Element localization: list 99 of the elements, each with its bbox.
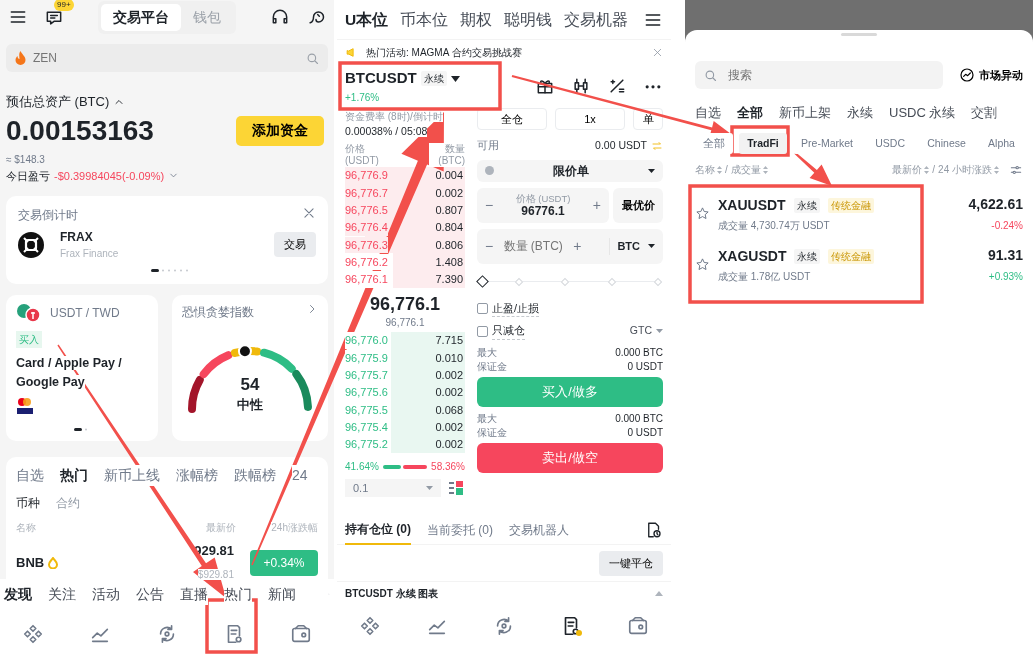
tab[interactable]: 期权 (460, 7, 493, 32)
coin-symbol: BNB (16, 554, 45, 572)
contract-tag: 永续 (794, 248, 821, 264)
column-header: 数量 (BTC) (429, 143, 465, 167)
trade-button[interactable]: 交易 (274, 232, 316, 257)
contract-tag: 永续 (420, 71, 447, 86)
pnl-label: 今日盈亏 (6, 168, 50, 184)
tab[interactable]: 聪明钱 (504, 7, 553, 32)
symbol-name[interactable]: XAUUSDT (718, 194, 786, 216)
column-header: 价格 (USDT) (345, 143, 380, 167)
available-label: 可用 (477, 138, 499, 153)
funding-label: 资金费率 (8时)/倒计时 (345, 111, 443, 122)
info-label: 保证金 (477, 425, 507, 440)
tab[interactable]: 新币上架 (779, 103, 831, 123)
decrement-button[interactable]: − (485, 235, 494, 257)
unit-select[interactable]: BTC (609, 238, 655, 255)
pnl-value: -$0.39984045(-0.09%) (54, 168, 165, 184)
separator: / (932, 163, 936, 178)
info-label: 最大 (477, 411, 497, 426)
best-price-button[interactable]: 最优价 (613, 187, 663, 223)
info-label: 最大 (477, 345, 497, 360)
price-field[interactable]: − 价格 (USDT) 96776.1 + (477, 187, 609, 223)
increment-button[interactable]: + (592, 194, 601, 216)
margin-mode-button[interactable]: 全仓 (477, 108, 547, 130)
tab[interactable]: 交易机器 (564, 7, 629, 32)
notification-count: 99+ (54, 0, 74, 11)
balance-value: 0.00153163 (6, 113, 154, 148)
tab[interactable]: 新币上线 (104, 465, 160, 486)
column-header: 名称 (16, 521, 37, 535)
currency-pair: USDT / TWD (50, 305, 120, 322)
quantity-field[interactable]: 数量 (BTC) (493, 236, 574, 257)
last-price: 4,622.61 (968, 195, 1023, 215)
column-header: 最新价 (205, 521, 236, 535)
volume-text: 成交量 4,730.74万 USDT (718, 218, 831, 233)
mark-price: 96,776.1 (384, 316, 426, 331)
last-price: 96,776.1 (368, 293, 442, 316)
price-change: -0.24% (990, 219, 1023, 234)
add-funds-button[interactable]: 添加资金 (236, 115, 324, 146)
tab[interactable]: USDC 永续 (889, 103, 956, 123)
tab[interactable]: U本位 (345, 7, 389, 32)
category-tag: 传统金融 (827, 197, 874, 213)
column-header: 24h涨跌幅 (271, 522, 318, 533)
info-label: 保证金 (477, 359, 507, 374)
available-balance: 0.00 USDT (595, 138, 647, 153)
promo-banner[interactable]: 热门活动: MAGMA 合约交易挑战赛 (366, 44, 522, 60)
search-field[interactable]: 搜索 (695, 61, 943, 89)
decrement-button[interactable]: − (485, 194, 494, 216)
separator: / (725, 163, 728, 178)
card-title: 交易倒计时 (18, 207, 78, 224)
token-symbol: FRAX (60, 229, 94, 246)
checkbox[interactable]: 止盈/止损 (477, 299, 540, 318)
price-change: +1.76% (345, 90, 381, 105)
tab[interactable]: 全部 (737, 103, 763, 123)
volume-text: 成交量 1.78亿 USDT (718, 269, 812, 284)
tab[interactable]: 持有仓位 (0) (345, 514, 411, 545)
tab[interactable]: 热门 (60, 465, 88, 486)
info-value: 0.000 BTC (615, 345, 663, 360)
search-input[interactable]: 搜索 (726, 65, 876, 85)
market-movers-link[interactable]: 市场异动 (959, 66, 1023, 84)
index-label: 中性 (236, 396, 264, 414)
precision-select[interactable]: 0.1 (345, 479, 441, 498)
price-change: +0.93% (987, 270, 1023, 285)
last-price: 91.31 (987, 246, 1023, 266)
order-type-select[interactable]: 限价单 (477, 159, 663, 182)
tab[interactable]: 永续 (847, 103, 873, 123)
tab[interactable]: 币本位 (400, 7, 449, 32)
info-value: 0 USDT (627, 359, 663, 374)
checkbox[interactable]: 只减仓 (477, 322, 525, 340)
ask-row[interactable]: 96,776.7 0.002 (345, 184, 465, 202)
tab[interactable]: 币种 (16, 494, 40, 512)
tab[interactable]: TradFi (739, 132, 787, 155)
tab[interactable]: 交割 (971, 103, 998, 123)
sell-button[interactable]: 卖出/做空 (477, 442, 663, 473)
chart-section-title[interactable]: BTCUSDT 永续 图表 (345, 586, 439, 601)
tab[interactable]: 交易平台 (101, 3, 181, 31)
info-value: 0.000 BTC (615, 411, 663, 426)
buy-ratio: 41.64% (345, 460, 379, 475)
category-tag: 传统金融 (828, 248, 875, 264)
search-field[interactable]: ZEN (6, 44, 328, 72)
index-value: 54 (239, 375, 261, 395)
fiat-value: ≈ $148.3 (6, 152, 46, 167)
increment-button[interactable]: + (573, 235, 582, 257)
assets-label: 预估总资产 (BTC) (6, 93, 110, 111)
tab[interactable]: 交易机器人 (509, 514, 569, 545)
time-in-force-select[interactable]: GTC (629, 323, 663, 339)
buy-tag: 买入 (16, 331, 42, 348)
symbol-name[interactable]: BTCUSDT (345, 67, 417, 90)
tab[interactable]: 当前委托 (0) (427, 514, 493, 545)
funding-value: 0.00038% / 05:08 (345, 125, 428, 137)
margin-mode-button[interactable]: 1x (555, 108, 625, 130)
symbol-name[interactable]: XAGUSDT (718, 245, 787, 267)
search-input[interactable]: ZEN (31, 48, 301, 68)
card-title: 恐惧贪婪指数 (182, 304, 254, 321)
info-value: 0 USDT (627, 425, 663, 440)
contract-tag: 永续 (793, 197, 820, 213)
token-name: Frax Finance (60, 247, 120, 261)
sell-ratio: 58.36% (431, 460, 465, 475)
close-all-button[interactable]: 一键平仓 (599, 551, 663, 576)
tab[interactable]: 自选 (695, 103, 721, 123)
